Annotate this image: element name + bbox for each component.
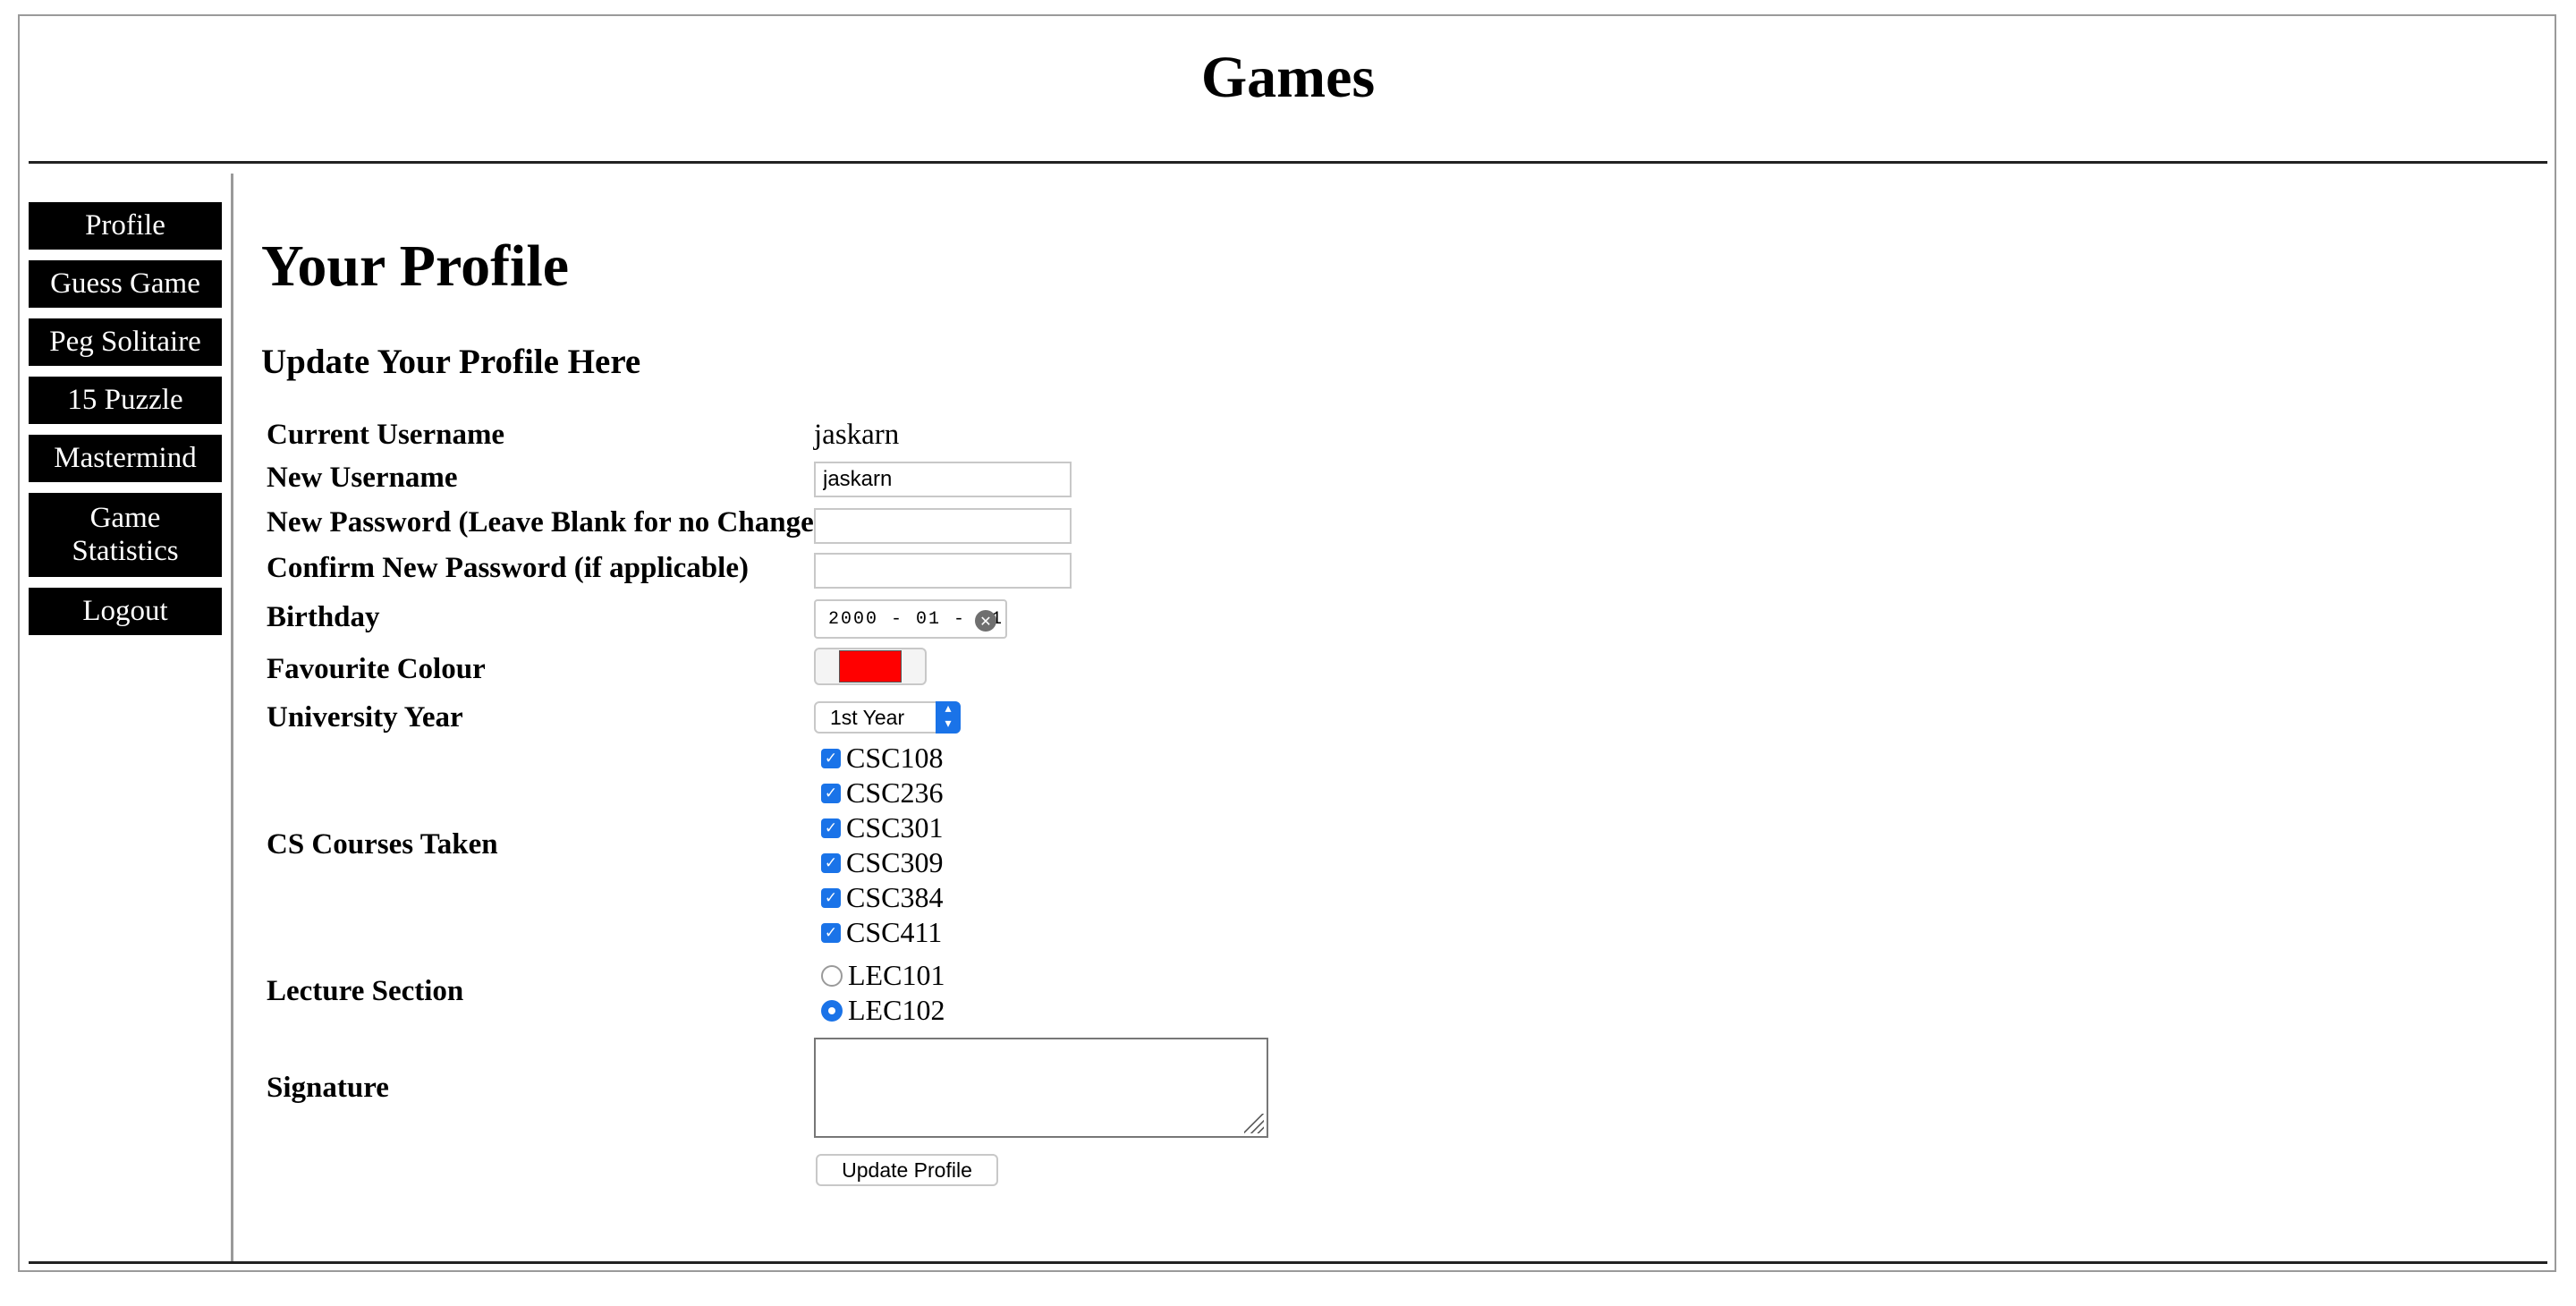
page-frame [18, 14, 2556, 1272]
new-username-label: New Username [267, 462, 458, 494]
lecture-radio-lec101[interactable]: LEC101 [821, 959, 945, 992]
signature-label: Signature [267, 1072, 389, 1104]
footer-divider [29, 1261, 2547, 1264]
page-subtitle: Update Your Profile Here [261, 343, 641, 381]
sidebar-nav: Profile Guess Game Peg Solitaire 15 Puzz… [29, 202, 222, 646]
current-username-label: Current Username [267, 419, 505, 451]
checkbox-checked-icon[interactable]: ✓ [821, 783, 841, 803]
new-password-label: New Password (Leave Blank for no Change) [267, 506, 824, 539]
nav-item-game-statistics[interactable]: Game Statistics [29, 493, 222, 577]
header-divider [29, 161, 2547, 164]
sidebar-divider [231, 174, 233, 1263]
course-checkbox-csc411[interactable]: ✓ CSC411 [821, 916, 942, 949]
site-title: Games [1200, 45, 1376, 110]
university-year-selected: 1st Year [830, 706, 905, 729]
lecture-section-label: Lecture Section [267, 975, 464, 1007]
nav-item-15-puzzle[interactable]: 15 Puzzle [29, 377, 222, 424]
lecture-radio-lec102[interactable]: LEC102 [821, 994, 945, 1027]
course-label: CSC384 [846, 881, 944, 913]
nav-item-label-line2: Statistics [72, 535, 179, 567]
course-label: CSC236 [846, 776, 944, 809]
favourite-colour-picker[interactable] [814, 648, 927, 685]
confirm-password-label: Confirm New Password (if applicable) [267, 552, 749, 584]
university-year-label: University Year [267, 701, 463, 734]
favourite-colour-label: Favourite Colour [267, 653, 486, 685]
checkbox-checked-icon[interactable]: ✓ [821, 922, 841, 943]
birthday-date-input[interactable]: 2000 - 01 - 01 ✕ [814, 599, 1007, 639]
course-checkbox-csc301[interactable]: ✓ CSC301 [821, 811, 943, 844]
checkbox-checked-icon[interactable]: ✓ [821, 887, 841, 908]
confirm-password-input[interactable] [814, 553, 1072, 589]
radio-selected-icon[interactable] [821, 999, 843, 1022]
nav-item-mastermind[interactable]: Mastermind [29, 435, 222, 482]
course-checkbox-csc384[interactable]: ✓ CSC384 [821, 881, 943, 914]
lecture-label: LEC101 [848, 959, 945, 991]
clear-icon[interactable]: ✕ [975, 610, 996, 632]
nav-item-profile[interactable]: Profile [29, 202, 222, 250]
current-username-value: jaskarn [814, 419, 900, 451]
colour-swatch [839, 650, 902, 683]
nav-item-peg-solitaire[interactable]: Peg Solitaire [29, 318, 222, 366]
signature-textarea[interactable] [814, 1038, 1268, 1138]
checkbox-checked-icon[interactable]: ✓ [821, 748, 841, 768]
new-username-input[interactable] [814, 462, 1072, 497]
university-year-select[interactable]: 1st Year ▴ ▾ [814, 701, 961, 734]
nav-item-label-line1: Game [89, 502, 161, 534]
page-title: Your Profile [261, 233, 570, 299]
checkbox-checked-icon[interactable]: ✓ [821, 818, 841, 838]
course-checkbox-csc309[interactable]: ✓ CSC309 [821, 846, 943, 879]
nav-item-logout[interactable]: Logout [29, 588, 222, 635]
course-checkbox-csc108[interactable]: ✓ CSC108 [821, 742, 943, 775]
course-label: CSC309 [846, 846, 944, 878]
course-label: CSC108 [846, 742, 944, 774]
birthday-label: Birthday [267, 601, 380, 633]
resize-handle-icon[interactable] [1244, 1114, 1264, 1133]
course-label: CSC301 [846, 811, 944, 844]
checkbox-checked-icon[interactable]: ✓ [821, 852, 841, 873]
lecture-label: LEC102 [848, 994, 945, 1026]
course-checkbox-csc236[interactable]: ✓ CSC236 [821, 776, 943, 810]
cs-courses-label: CS Courses Taken [267, 828, 498, 861]
radio-unselected-icon[interactable] [821, 964, 843, 987]
course-label: CSC411 [846, 916, 943, 948]
chevron-updown-icon: ▴ ▾ [936, 701, 961, 734]
update-profile-button[interactable]: Update Profile [816, 1154, 998, 1186]
nav-item-guess-game[interactable]: Guess Game [29, 260, 222, 308]
new-password-input[interactable] [814, 508, 1072, 544]
